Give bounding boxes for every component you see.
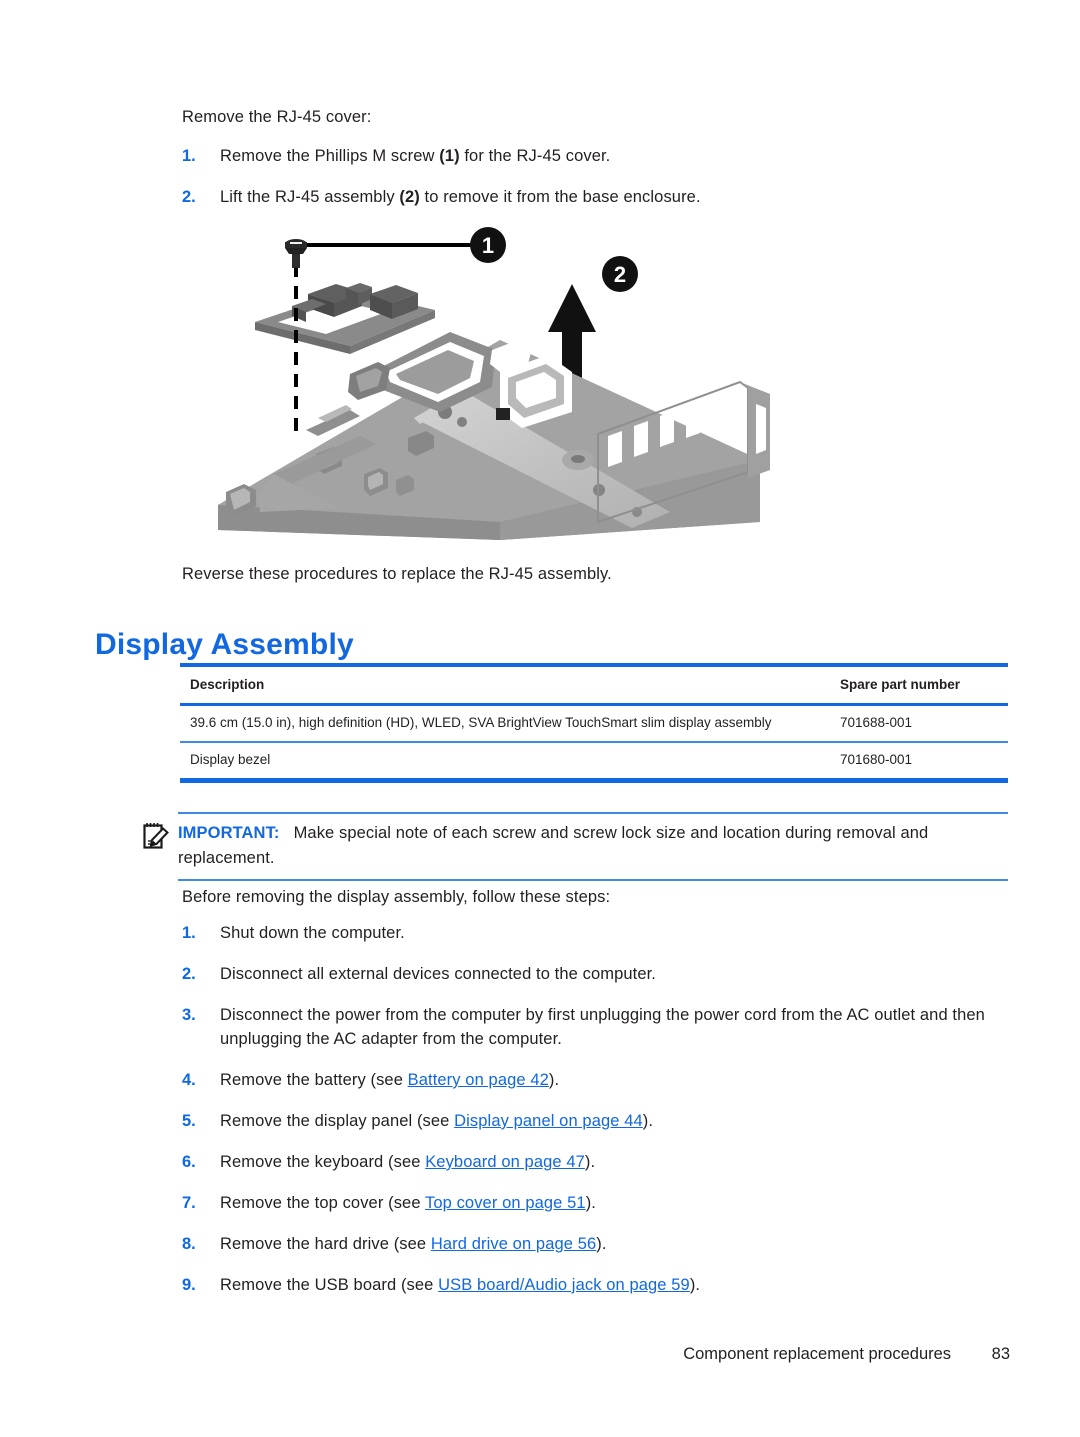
- step-text: Remove the display panel (see Display pa…: [220, 1109, 1010, 1133]
- step-text-run: Lift the RJ-45 assembly: [220, 188, 400, 206]
- display-step: 1. Shut down the computer.: [180, 921, 1010, 945]
- display-step: 9. Remove the USB board (see USB board/Au…: [180, 1273, 1010, 1297]
- important-label: IMPORTANT:: [178, 824, 280, 842]
- table-cell-description: Display bezel: [190, 752, 271, 767]
- step-text-run: Shut down the computer.: [220, 924, 405, 942]
- step-text: Remove the battery (see Battery on page …: [220, 1068, 1010, 1092]
- step-text-run: Remove the top cover (see: [220, 1194, 425, 1212]
- document-page: Remove the RJ-45 cover: 1. Remove the Phi…: [0, 0, 1080, 1437]
- table-cell-spare-part-number: 701688-001: [840, 715, 913, 730]
- step-text-run: Remove the hard drive (see: [220, 1235, 431, 1253]
- rj45-step: 1. Remove the Phillips M screw (1) for th…: [180, 144, 1010, 168]
- step-text-run: Remove the battery (see: [220, 1071, 408, 1089]
- step-text: Disconnect all external devices connecte…: [220, 962, 1010, 986]
- section-heading-display-assembly: Display Assembly: [95, 628, 354, 662]
- step-text-run: Remove the keyboard (see: [220, 1153, 426, 1171]
- svg-text:2: 2: [614, 262, 626, 287]
- important-admonition: IMPORTANT: Make special note of each scr…: [140, 812, 1008, 881]
- screw-icon: [285, 239, 307, 268]
- cross-reference-link[interactable]: Keyboard on page 47: [425, 1153, 585, 1171]
- table-header-description: Description: [190, 677, 265, 692]
- page-footer: Component replacement procedures 83: [0, 1345, 1010, 1364]
- display-step: 3. Disconnect the power from the computer…: [180, 1003, 1010, 1051]
- table-cell-spare-part-number: 701680-001: [840, 752, 913, 767]
- step-text-run: Remove the USB board (see: [220, 1276, 439, 1294]
- display-step: 8. Remove the hard drive (see Hard drive …: [180, 1232, 1010, 1256]
- spare-parts-table: Description Spare part number 39.6 cm (1…: [180, 663, 1008, 783]
- step-text: Lift the RJ-45 assembly (2) to remove it…: [220, 185, 1010, 209]
- step-text-run: Remove the display panel (see: [220, 1112, 455, 1130]
- callout-reference: (1): [439, 147, 460, 165]
- step-number: 5.: [182, 1112, 196, 1130]
- cross-reference-link[interactable]: USB board/Audio jack on page 59: [438, 1276, 690, 1294]
- cross-reference-link[interactable]: Top cover on page 51: [425, 1194, 586, 1212]
- display-step: 6. Remove the keyboard (see Keyboard on p…: [180, 1150, 1010, 1174]
- base-enclosure-photo: [218, 332, 770, 540]
- callout-2: 2: [602, 256, 638, 292]
- rj45-step: 2. Lift the RJ-45 assembly (2) to remove …: [180, 185, 1010, 209]
- table-header-row: Description Spare part number: [180, 667, 1008, 703]
- step-text-run: ).: [548, 1071, 560, 1089]
- step-text: Remove the keyboard (see Keyboard on pag…: [220, 1150, 1010, 1174]
- step-text-run: Remove the Phillips M screw: [220, 147, 440, 165]
- step-number: 2.: [182, 188, 196, 206]
- cross-reference-link[interactable]: Hard drive on page 56: [431, 1235, 596, 1253]
- display-assembly-step-list: 1. Shut down the computer. 2. Disconnect al…: [180, 921, 1010, 1314]
- step-text-run: ).: [585, 1194, 596, 1212]
- rj45-lead-paragraph: Remove the RJ-45 cover:: [182, 108, 372, 126]
- callout-1: 1: [470, 227, 506, 263]
- step-number: 6.: [182, 1153, 196, 1171]
- step-text: Remove the USB board (see USB board/Audi…: [220, 1273, 1010, 1297]
- step-number: 4.: [182, 1071, 196, 1089]
- step-text-run: to remove it from the base enclosure.: [419, 188, 701, 206]
- step-text-run: ).: [584, 1153, 596, 1171]
- table-cell-description: 39.6 cm (15.0 in), high definition (HD),…: [190, 715, 772, 730]
- before-removal-lead: Before removing the display assembly, fo…: [182, 888, 611, 906]
- step-text: Remove the Phillips M screw (1) for the …: [220, 144, 1010, 168]
- footer-title: Component replacement procedures: [683, 1345, 952, 1363]
- rj45-cover-part: [255, 283, 435, 354]
- step-number: 1.: [182, 924, 196, 942]
- display-step: 2. Disconnect all external devices connec…: [180, 962, 1010, 986]
- table-body: 39.6 cm (15.0 in), high definition (HD),…: [180, 706, 1008, 778]
- cross-reference-link[interactable]: Battery on page 42: [408, 1071, 549, 1089]
- step-number: 9.: [182, 1276, 196, 1294]
- important-text-line: IMPORTANT: Make special note of each scr…: [178, 821, 1008, 871]
- step-number: 7.: [182, 1194, 196, 1212]
- table-row: Display bezel 701680-001: [180, 743, 1008, 778]
- step-text: Remove the hard drive (see Hard drive on…: [220, 1232, 1010, 1256]
- step-text: Shut down the computer.: [220, 921, 1010, 945]
- step-text: Remove the top cover (see Top cover on p…: [220, 1191, 1010, 1215]
- display-step: 4. Remove the battery (see Battery on pag…: [180, 1068, 1010, 1092]
- step-text-run: ).: [642, 1112, 654, 1130]
- important-body: Make special note of each screw and scre…: [178, 824, 929, 867]
- reverse-procedure-note: Reverse these procedures to replace the …: [182, 565, 612, 583]
- step-number: 1.: [182, 147, 196, 165]
- rj45-removal-illustration: 1 2: [200, 222, 800, 552]
- step-text: Disconnect the power from the computer b…: [220, 1003, 1010, 1051]
- step-number: 8.: [182, 1235, 196, 1253]
- note-pencil-icon: [142, 821, 170, 851]
- step-text-run: ).: [689, 1276, 701, 1294]
- table-row: 39.6 cm (15.0 in), high definition (HD),…: [180, 706, 1008, 741]
- step-number: 2.: [182, 965, 196, 983]
- step-text-run: for the RJ-45 cover.: [459, 147, 611, 165]
- step-text-run: Disconnect all external devices connecte…: [220, 965, 656, 983]
- table-header-spare-part-number: Spare part number: [840, 677, 961, 692]
- svg-text:1: 1: [482, 233, 494, 258]
- step-number: 3.: [182, 1006, 196, 1024]
- callout-reference: (2): [399, 188, 420, 206]
- table-rule-bottom: [180, 778, 1008, 783]
- display-step: 5. Remove the display panel (see Display …: [180, 1109, 1010, 1133]
- step-text-run: Disconnect the power from the computer b…: [220, 1006, 985, 1048]
- cross-reference-link[interactable]: Display panel on page 44: [454, 1112, 643, 1130]
- rj45-step-list: 1. Remove the Phillips M screw (1) for th…: [180, 144, 1010, 226]
- step-text-run: ).: [596, 1235, 607, 1253]
- footer-page-number: 83: [991, 1345, 1010, 1363]
- display-step: 7. Remove the top cover (see Top cover on…: [180, 1191, 1010, 1215]
